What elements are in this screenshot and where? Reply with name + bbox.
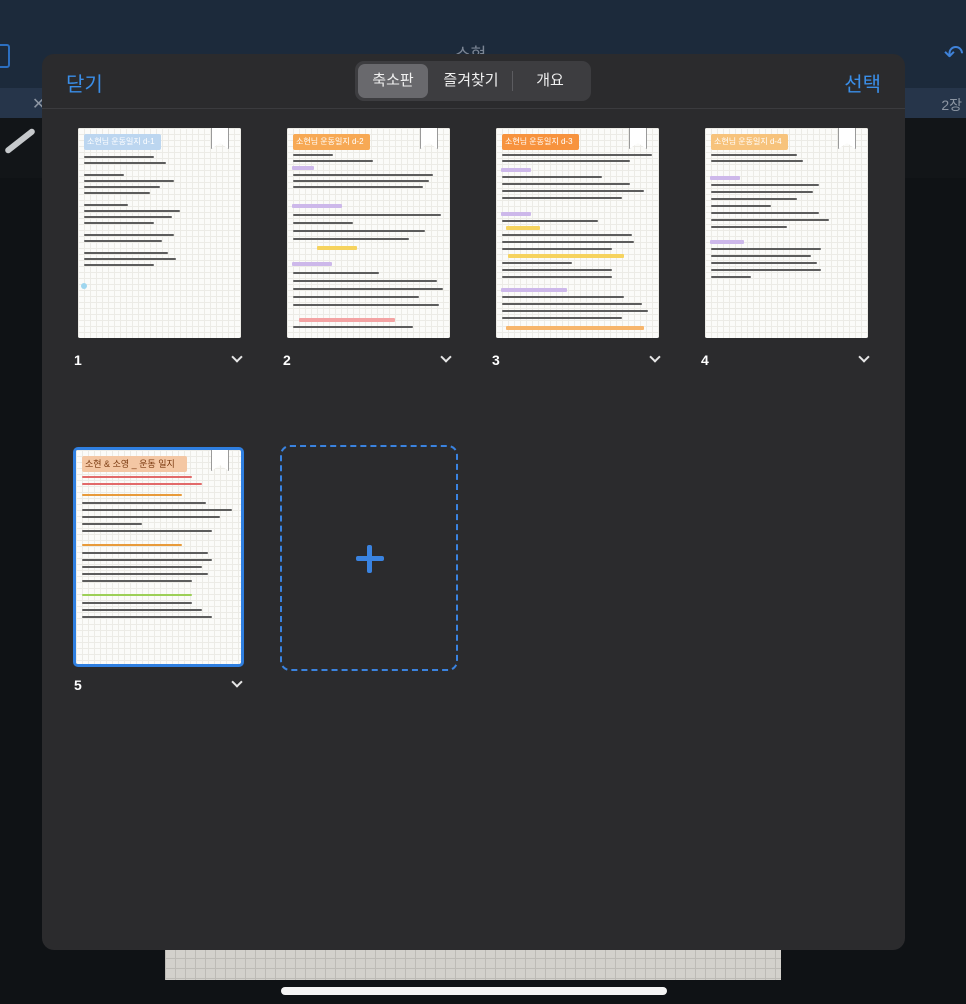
chevron-down-icon[interactable] bbox=[649, 351, 661, 363]
page-title: 소현님 운동일지 d-3 bbox=[502, 134, 579, 150]
page-number: 3 bbox=[492, 352, 500, 368]
page-title: 소현 & 소영 _ 운동 일지 bbox=[82, 456, 187, 472]
background-page-count: 2장 bbox=[941, 97, 962, 113]
page-number: 5 bbox=[74, 677, 82, 693]
tab-favorites[interactable]: 즐겨찾기 bbox=[435, 64, 507, 98]
page-paper bbox=[78, 128, 241, 338]
page-title: 소현님 운동일지 d-2 bbox=[293, 134, 370, 150]
undo-icon: ↶ bbox=[943, 41, 964, 68]
page-thumbnail-4[interactable]: 소현님 운동일지 d-4 bbox=[705, 128, 868, 338]
page-thumbnail-2[interactable]: 소현님 운동일지 d-2 bbox=[287, 128, 450, 338]
chevron-down-icon[interactable] bbox=[858, 351, 870, 363]
add-page-button[interactable] bbox=[280, 445, 458, 671]
chevron-down-icon[interactable] bbox=[231, 676, 243, 688]
chevron-down-icon[interactable] bbox=[231, 351, 243, 363]
background-sidebar-icon bbox=[0, 44, 10, 68]
tab-thumbnails[interactable]: 축소판 bbox=[358, 64, 428, 98]
page-thumbnail-1[interactable]: 소현님 운동일지 d-1 bbox=[78, 128, 241, 338]
chevron-down-icon[interactable] bbox=[440, 351, 452, 363]
segment-divider bbox=[512, 71, 513, 91]
select-button[interactable]: 선택 bbox=[844, 68, 881, 97]
close-button[interactable]: 닫기 bbox=[66, 68, 103, 97]
thumbnail-sheet: 닫기 축소판 즐겨찾기 개요 선택 소현님 운동일지 d-1 1 소현님 운동일… bbox=[42, 54, 905, 950]
page-thumbnail-5[interactable]: 소현 & 소영 _ 운동 일지 bbox=[73, 447, 244, 667]
background-page-canvas bbox=[165, 948, 781, 980]
page-number: 2 bbox=[283, 352, 291, 368]
view-segmented-control: 축소판 즐겨찾기 개요 bbox=[355, 61, 591, 101]
sheet-header: 닫기 축소판 즐겨찾기 개요 선택 bbox=[42, 54, 905, 109]
plus-icon bbox=[367, 545, 372, 573]
page-number: 1 bbox=[74, 352, 82, 368]
page-thumbnail-3[interactable]: 소현님 운동일지 d-3 bbox=[496, 128, 659, 338]
page-title: 소현님 운동일지 d-1 bbox=[84, 134, 161, 150]
page-title: 소현님 운동일지 d-4 bbox=[711, 134, 788, 150]
tab-outline[interactable]: 개요 bbox=[515, 64, 585, 98]
home-indicator bbox=[281, 987, 667, 995]
page-number: 4 bbox=[701, 352, 709, 368]
